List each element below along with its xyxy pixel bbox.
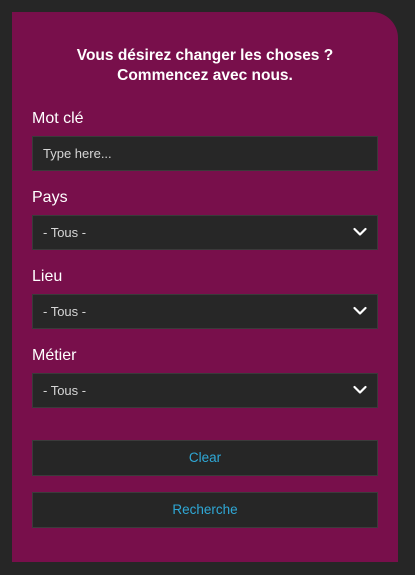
job-selected-value: - Tous - xyxy=(43,383,87,398)
chevron-down-icon xyxy=(353,227,367,236)
heading-line-1: Vous désirez changer les choses ? xyxy=(76,47,334,64)
job-select[interactable]: - Tous - xyxy=(32,373,378,408)
clear-button[interactable]: Clear xyxy=(32,440,378,476)
chevron-down-icon xyxy=(353,385,367,394)
keyword-label: Mot clé xyxy=(32,110,84,127)
place-selected-value: - Tous - xyxy=(43,304,87,319)
keyword-input[interactable]: Type here... xyxy=(32,136,378,171)
form-heading: Vous désirez changer les choses ? Commen… xyxy=(12,46,398,86)
country-label: Pays xyxy=(32,189,68,206)
chevron-down-icon xyxy=(353,306,367,315)
search-form-card: Vous désirez changer les choses ? Commen… xyxy=(12,12,398,562)
keyword-placeholder: Type here... xyxy=(43,146,112,161)
search-button[interactable]: Recherche xyxy=(32,492,378,528)
country-select[interactable]: - Tous - xyxy=(32,215,378,250)
country-selected-value: - Tous - xyxy=(43,225,87,240)
place-label: Lieu xyxy=(32,268,63,285)
job-label: Métier xyxy=(32,347,77,364)
place-select[interactable]: - Tous - xyxy=(32,294,378,329)
heading-line-2: Commencez avec nous. xyxy=(117,67,293,84)
